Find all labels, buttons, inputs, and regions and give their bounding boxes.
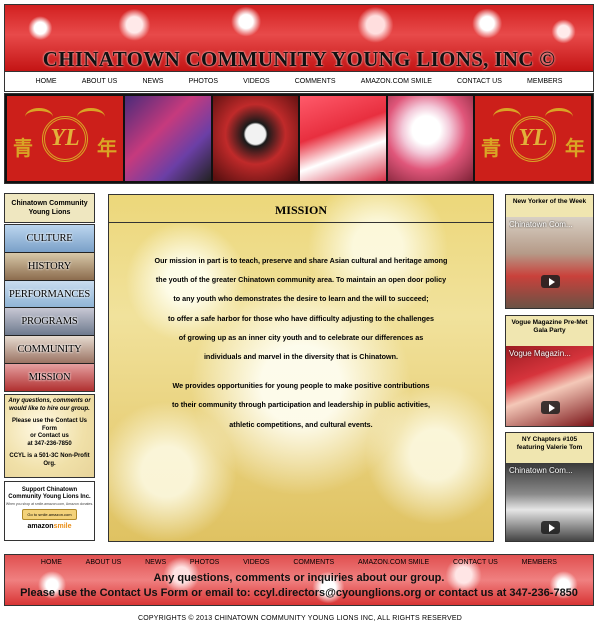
lion-dance-photo [212,96,298,181]
nav-amazon-smile[interactable]: AMAZON.COM SMILE [361,78,432,85]
amazon-logo-main: amazon [27,523,54,530]
video-caption: New Yorker of the Week [512,198,587,205]
video-thumbnail[interactable]: Chinatown Com... [506,463,593,541]
site-title: CHINATOWN COMMUNITY YOUNG LIONS, INC © [42,47,556,71]
sidebar-item-performances[interactable]: PERFORMANCES [5,280,94,309]
mission-line: Our mission in part is to teach, preserv… [154,256,448,265]
nonprofit-note: CCYL is a 501-3C Non-Profit Org. [9,453,90,467]
emblem-char-left: 青 [481,136,501,160]
play-icon[interactable] [541,275,560,288]
sidebar-title: Chinatown Community Young Lions [4,193,95,223]
sidebar-item-community[interactable]: COMMUNITY [5,336,94,365]
wing-ornament [545,108,573,126]
mission-line: the youth of the greater Chinatown commu… [155,275,447,285]
footer-nav-amazon-smile[interactable]: AMAZON.COM SMILE [358,559,429,566]
nav-contact-us[interactable]: CONTACT US [457,78,502,85]
lion-dance-photo [300,96,386,181]
sidebar-item-programs[interactable]: PROGRAMS [5,308,94,337]
play-icon[interactable] [541,401,560,414]
emblem-char-left: 青 [13,136,33,160]
lion-dance-photo [387,96,473,181]
mission-panel: MISSION Our mission in part is to teach,… [108,194,494,542]
mission-body: Our mission in part is to teach, preserv… [123,251,479,434]
wing-ornament [77,108,105,126]
sidebar-item-mission[interactable]: MISSION [5,364,94,391]
amazon-smile-button[interactable]: Go to smile.amazon.com [22,509,77,520]
nav-videos[interactable]: VIDEOS [243,78,269,85]
footer-nav-members[interactable]: MEMBERS [522,559,557,566]
contact-question: Any questions, comments or would like to… [8,398,91,412]
lion-dance-photo [125,96,211,181]
mission-line: to any youth who demonstrates the desire… [173,294,429,304]
mission-line: to offer a safe harbor for those who hav… [168,313,434,323]
emblem-right: 青 YL 年 [475,96,591,181]
sidebar-item-culture[interactable]: CULTURE [5,225,94,253]
nav-members[interactable]: MEMBERS [527,78,562,85]
top-nav: HOME ABOUT US NEWS PHOTOS VIDEOS COMMENT… [4,72,594,92]
emblem-monogram: YL [518,125,548,151]
sidebar-item-history[interactable]: HISTORY [5,252,94,281]
contact-or: or Contact us [30,433,69,439]
amazon-support-text: Support Chinatown Community Young Lions … [8,487,91,500]
video-caption: Vogue Magazine Pre-Met Gala Party [511,319,588,334]
amazon-fine-print: When you shop at smile.amazon.com, Amazo… [5,502,94,506]
play-icon[interactable] [541,521,560,534]
mission-line: We provides opportunities for young peop… [172,381,430,391]
footer-inquiry-text: Any questions, comments or inquiries abo… [153,572,445,584]
mission-line: individuals and marvel in the diversity … [203,352,399,362]
amazon-smile-box[interactable]: Support Chinatown Community Young Lions … [4,481,95,541]
sidebar-nav: CULTURE HISTORY PERFORMANCES PROGRAMS CO… [4,224,95,392]
nav-about-us[interactable]: ABOUT US [82,78,118,85]
footer-banner: HOME ABOUT US NEWS PHOTOS VIDEOS COMMENT… [4,554,594,606]
amazon-logo-accent: smile [53,523,72,530]
emblem-char-right: 年 [97,136,117,160]
copyright-text: COPYRIGHTS © 2013 CHINATOWN COMMUNITY YO… [138,615,462,622]
video-card: NY Chapters #105 featuring Valerie Tom C… [505,432,594,542]
contact-box: Any questions, comments or would like to… [4,394,95,478]
video-card: Vogue Magazine Pre-Met Gala Party Vogue … [505,315,594,427]
mission-line: athletic competitions, and cultural even… [229,419,373,429]
amazon-smile-logo: amazonsmile [5,523,94,530]
emblem-left: 青 YL 年 [7,96,123,181]
nav-comments[interactable]: COMMENTS [295,78,336,85]
video-thumbnail[interactable]: Vogue Magazin... [506,346,593,426]
mission-line: to their community through participation… [172,400,430,410]
video-title[interactable]: Vogue Magazin... [509,349,591,358]
footer-nav-contact-us[interactable]: CONTACT US [453,559,498,566]
nav-photos[interactable]: PHOTOS [189,78,218,85]
mission-title: MISSION [109,195,493,223]
video-thumbnail[interactable]: Chinatown Com... [506,217,593,308]
footer-nav-news[interactable]: NEWS [145,559,166,566]
mission-line: of growing up as an inner city youth and… [178,332,424,342]
contact-please[interactable]: Please use the Contact Us Form [7,418,92,433]
footer-nav-comments[interactable]: COMMENTS [293,559,334,566]
contact-phone: at 347-236-7850 [27,440,72,447]
emblem-monogram: YL [50,125,80,151]
footer-nav: HOME ABOUT US NEWS PHOTOS VIDEOS COMMENT… [5,559,593,566]
video-caption: NY Chapters #105 featuring Valerie Tom [516,436,583,451]
footer-nav-home[interactable]: HOME [41,559,62,566]
emblem-char-right: 年 [565,136,585,160]
nav-home[interactable]: HOME [36,78,57,85]
video-card: New Yorker of the Week Chinatown Com... [505,194,594,309]
header-banner: CHINATOWN COMMUNITY YOUNG LIONS, INC © [4,4,594,72]
video-title[interactable]: Chinatown Com... [509,220,591,229]
photo-strip: 青 YL 年 青 YL 年 [4,93,594,184]
footer-nav-about-us[interactable]: ABOUT US [86,559,122,566]
wing-ornament [25,108,53,126]
footer-contact-text: Please use the Contact Us Form or email … [20,587,578,599]
nav-news[interactable]: NEWS [142,78,163,85]
footer-nav-videos[interactable]: VIDEOS [243,559,269,566]
footer-nav-photos[interactable]: PHOTOS [190,559,219,566]
video-title[interactable]: Chinatown Com... [509,466,591,475]
wing-ornament [493,108,521,126]
